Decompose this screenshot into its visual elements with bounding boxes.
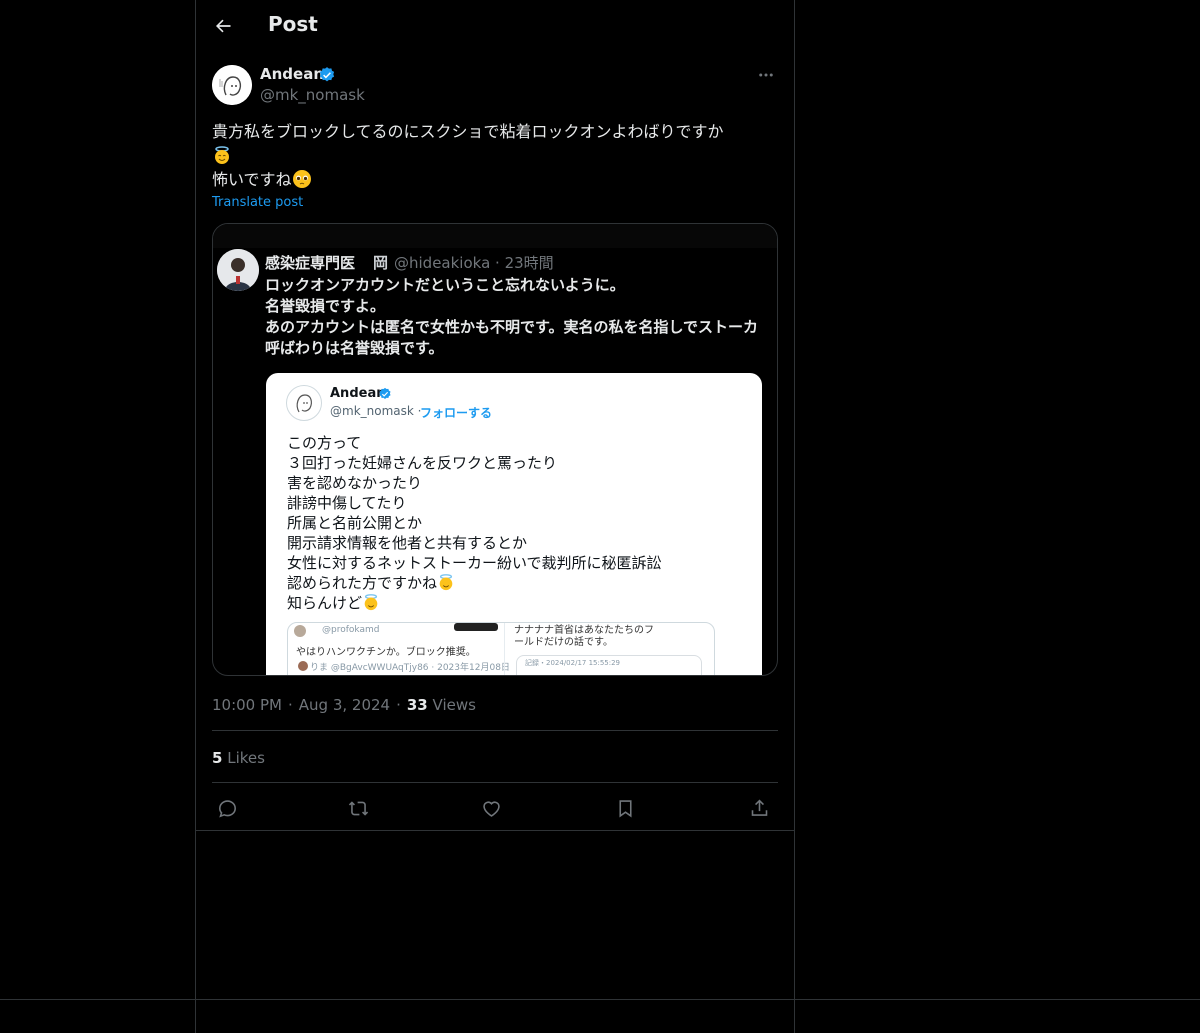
smiling-face-with-halo-emoji-icon bbox=[364, 594, 378, 611]
likes-label: Likes bbox=[227, 749, 265, 767]
inner-verified-badge-icon bbox=[379, 387, 391, 399]
divider bbox=[196, 830, 794, 831]
avatar[interactable] bbox=[212, 65, 252, 105]
embedded-screenshot-card: Andean @mk_nomask · フォローする この方って ３回打った妊婦… bbox=[266, 373, 762, 675]
more-horizontal-icon bbox=[759, 73, 773, 77]
inner-post-text: この方って ３回打った妊婦さんを反ワクと罵ったり 害を認めなかったり 誹謗中傷し… bbox=[287, 433, 757, 613]
embedded-text-line: あのアカウントは匿名で女性かも不明です。実名の私を名指しでストーカ bbox=[265, 318, 759, 336]
page-title: Post bbox=[268, 12, 318, 36]
inner-text-line: この方って bbox=[287, 434, 362, 452]
embedded-badge: 岡 bbox=[373, 254, 389, 272]
post-text: 貴方私をブロックしてるのにスクショで粘着ロックオンよわばりですか 怖いですね bbox=[212, 120, 782, 192]
embedded-author-name: 感染症専門医 bbox=[265, 254, 356, 272]
post-date[interactable]: Aug 3, 2024 bbox=[299, 696, 390, 714]
inner-handle: @mk_nomask · bbox=[330, 404, 422, 418]
inner-follow-label: フォローする bbox=[420, 406, 493, 420]
inner-text-line: 開示請求情報を他者と共有するとか bbox=[287, 534, 528, 552]
embedded-text-line: 名誉毀損ですよ。 bbox=[265, 297, 386, 315]
embedded-handle-time: @hideakioka · 23時間 bbox=[394, 254, 554, 272]
nested-avatar bbox=[294, 625, 306, 637]
post-text-line bbox=[212, 144, 782, 168]
inner-text-line: ３回打った妊婦さんを反ワクと罵ったり bbox=[287, 454, 558, 472]
post-text-line: 貴方私をブロックしてるのにスクショで粘着ロックオンよわばりですか bbox=[212, 122, 724, 141]
bookmark-icon bbox=[618, 799, 632, 817]
embedded-avatar bbox=[217, 249, 259, 291]
nested-tag bbox=[454, 623, 498, 631]
nested-avatar bbox=[298, 661, 308, 671]
nested-text: やはりハンワクチンか。ブロック推奨。 bbox=[296, 647, 476, 658]
likes-count: 5 bbox=[212, 749, 223, 767]
pleading-face-emoji-icon bbox=[292, 170, 311, 188]
more-options-button[interactable] bbox=[754, 65, 778, 85]
nested-divider bbox=[504, 623, 505, 675]
post-time[interactable]: 10:00 PM bbox=[212, 696, 282, 714]
post-actions bbox=[212, 796, 778, 820]
inner-text-line: 女性に対するネットストーカー紛いで裁判所に秘匿訴訟 bbox=[287, 554, 662, 572]
nested-handle: @profokamd bbox=[322, 625, 380, 635]
translate-post-link[interactable]: Translate post bbox=[212, 195, 303, 210]
likes-link[interactable]: 5 Likes bbox=[212, 749, 265, 767]
inner-text-line: 誹謗中傷してたり bbox=[287, 494, 407, 512]
verified-badge-icon bbox=[319, 67, 335, 82]
back-button[interactable] bbox=[208, 11, 238, 41]
divider bbox=[212, 730, 778, 731]
embedded-text-line: 呼ばわりは名誉毀損です。 bbox=[265, 339, 444, 357]
post-text-line: 怖いですね bbox=[212, 168, 782, 192]
nested-mini-card: 記録・2024/02/17 15:55:29 bbox=[516, 655, 702, 675]
bottom-divider bbox=[0, 999, 1200, 1000]
post-meta: 10:00 PM · Aug 3, 2024 · 33 Views bbox=[212, 696, 476, 714]
reply-icon bbox=[218, 799, 236, 818]
author-handle[interactable]: @mk_nomask bbox=[260, 86, 365, 104]
share-button[interactable] bbox=[747, 796, 771, 820]
embed-top-bar bbox=[213, 224, 777, 248]
repost-button[interactable] bbox=[346, 796, 370, 820]
inner-text-line: 知らんけど bbox=[287, 593, 757, 613]
like-icon bbox=[482, 800, 500, 817]
views-label: Views bbox=[432, 696, 476, 714]
like-button[interactable] bbox=[479, 796, 503, 820]
embedded-text-line: ロックオンアカウントだということ忘れないように。 bbox=[265, 276, 625, 294]
inner-text-fragment: 認められた方ですかね bbox=[287, 574, 438, 592]
post-text-fragment: 怖いですね bbox=[212, 170, 292, 189]
inner-text-fragment: 知らんけど bbox=[287, 594, 363, 612]
smiling-face-with-halo-emoji-icon bbox=[439, 574, 453, 591]
nested-handle: りま @BgAvcWWUAqTjy86 · 2023年12月08日 bbox=[310, 663, 510, 673]
inner-avatar bbox=[286, 385, 322, 421]
nested-screenshot: @profokamd やはりハンワクチンか。ブロック推奨。 りま @BgAvcW… bbox=[287, 622, 715, 675]
share-icon bbox=[751, 799, 767, 816]
views-count: 33 bbox=[406, 696, 428, 714]
bookmark-button[interactable] bbox=[613, 796, 637, 820]
divider bbox=[212, 782, 778, 783]
post-column: Post Andean @mk_nomask 貴方私をブロックしてるのにスクショ… bbox=[195, 0, 795, 1033]
author-name[interactable]: Andean bbox=[260, 65, 324, 83]
reply-button[interactable] bbox=[215, 796, 239, 820]
inner-text-line: 認められた方ですかね bbox=[287, 573, 757, 593]
post-author: Andean @mk_nomask bbox=[212, 65, 778, 107]
nested-text: ールドだけの話です。 bbox=[514, 637, 613, 648]
arrow-left-icon bbox=[216, 19, 231, 33]
post-image[interactable]: 感染症専門医 岡 @hideakioka · 23時間 ロックオンアカウントだと… bbox=[212, 223, 778, 676]
repost-icon bbox=[348, 800, 368, 816]
embedded-post-text: ロックオンアカウントだということ忘れないように。 名誉毀損ですよ。 あのアカウン… bbox=[265, 275, 777, 359]
smiling-face-with-halo-emoji-icon bbox=[215, 146, 229, 164]
nested-mini-text: 記録・2024/02/17 15:55:29 bbox=[525, 659, 621, 667]
post-header: Post bbox=[196, 0, 794, 53]
inner-text-line: 所属と名前公開とか bbox=[287, 514, 423, 532]
inner-text-line: 害を認めなかったり bbox=[287, 474, 423, 492]
